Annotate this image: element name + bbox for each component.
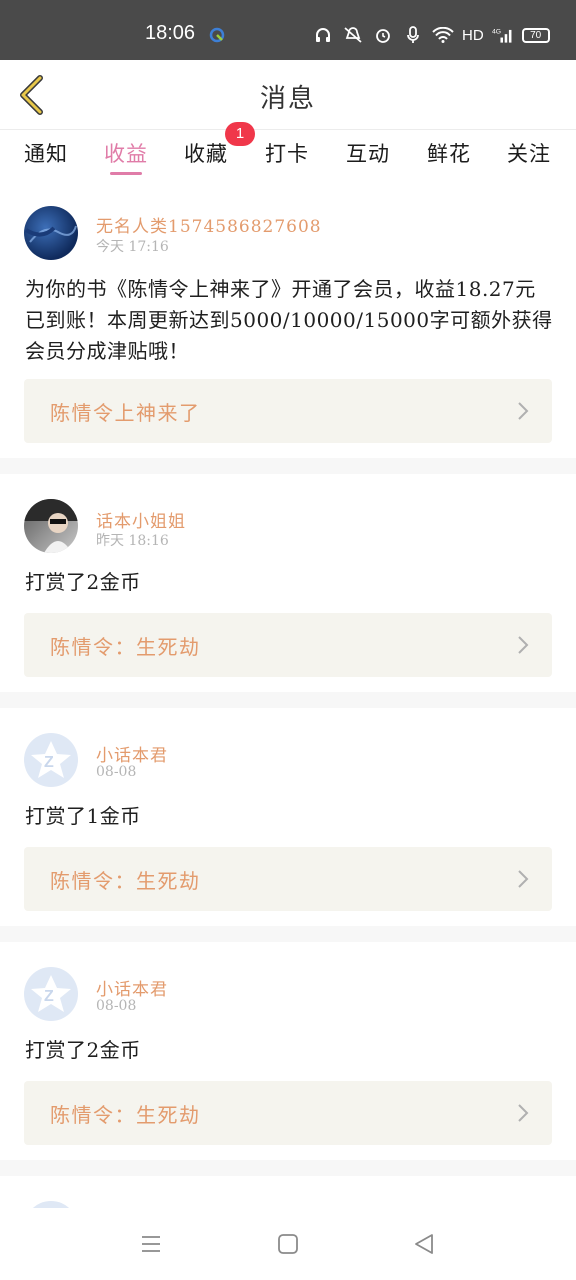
wifi-icon [432,24,454,46]
message-card: Z 小话本君 08-08 打赏了2金币 陈情令：生死劫 [0,942,576,1160]
mic-icon [402,24,424,46]
avatar[interactable]: Z [24,967,78,1021]
book-link[interactable]: 陈情令：生死劫 [24,847,552,911]
battery-icon: 70 [521,27,550,43]
chevron-right-icon [518,1104,529,1122]
message-card: Z 小话本君 08-08 打赏了1金币 陈情令：生死劫 [0,708,576,926]
username[interactable]: 话本小姐姐 [96,507,186,532]
avatar[interactable] [24,206,78,260]
timestamp: 今天 17:16 [96,239,169,255]
signal-icon: 4G [492,24,514,46]
book-title: 陈情令：生死劫 [50,635,201,659]
system-nav-bar [0,1208,576,1280]
username[interactable]: 小话本君 [96,975,168,1000]
alarm-icon [372,24,394,46]
tab-interaction[interactable]: 互动 [346,138,390,168]
network-type: 4G [492,28,501,35]
system-back-button[interactable] [410,1230,438,1258]
message-card: 话本小姐姐 昨天 18:16 打赏了2金币 陈情令：生死劫 [0,474,576,692]
tab-following[interactable]: 关注 [507,138,551,168]
book-link[interactable]: 陈情令上神来了 [24,379,552,443]
favorites-badge: 1 [225,122,255,146]
book-link[interactable]: 陈情令：生死劫 [24,613,552,677]
message-list[interactable]: 无名人类1574586827608 今天 17:16 为你的书《陈情令上神来了》… [0,178,576,1208]
tab-bar: 通知 收益 收藏 1 打卡 互动 鲜花 关注 [0,122,576,178]
avatar[interactable] [24,499,78,553]
message-text: 打赏了1金币 [25,804,141,828]
mute-icon [342,24,364,46]
message-text: 打赏了2金币 [25,1038,141,1062]
chevron-right-icon [518,402,529,420]
tab-checkin[interactable]: 打卡 [265,138,309,168]
book-title: 陈情令上神来了 [50,401,201,425]
menu-button[interactable] [137,1230,165,1258]
page-title: 消息 [259,84,316,114]
message-card [0,1176,576,1208]
avatar[interactable]: Z [24,733,78,787]
headphones-icon [312,24,334,46]
back-triangle-icon [415,1234,433,1254]
chevron-right-icon [518,870,529,888]
timestamp: 08-08 [96,764,137,780]
timestamp: 昨天 18:16 [96,533,169,549]
home-square-icon [278,1234,298,1254]
username[interactable]: 小话本君 [96,741,168,766]
status-time: 18:06 [145,22,196,44]
tab-active-indicator [110,172,142,175]
hd-indicator: HD [462,26,484,44]
home-button[interactable] [274,1230,302,1258]
message-text: 打赏了2金币 [25,570,141,594]
book-title: 陈情令：生死劫 [50,869,201,893]
tab-favorites[interactable]: 收藏 [184,138,228,168]
svg-text:Z: Z [44,754,54,771]
tab-flowers[interactable]: 鲜花 [427,138,471,168]
chevron-right-icon [518,636,529,654]
status-bar: 18:06 HD 4G 70 [0,0,576,60]
svg-text:Z: Z [44,988,54,1005]
tab-notifications[interactable]: 通知 [24,138,68,168]
book-link[interactable]: 陈情令：生死劫 [24,1081,552,1145]
status-icons: HD 4G 70 [312,24,550,46]
header: 消息 [0,60,576,130]
username[interactable]: 无名人类1574586827608 [96,212,322,237]
tab-earnings[interactable]: 收益 [104,138,148,168]
timestamp: 08-08 [96,998,137,1014]
app-notification-icon [209,27,225,43]
avatar[interactable] [24,1201,78,1208]
book-title: 陈情令：生死劫 [50,1103,201,1127]
message-text: 为你的书《陈情令上神来了》开通了会员，收益18.27元已到账！本周更新达到500… [25,277,553,363]
message-card: 无名人类1574586827608 今天 17:16 为你的书《陈情令上神来了》… [0,178,576,458]
menu-icon [142,1236,160,1252]
